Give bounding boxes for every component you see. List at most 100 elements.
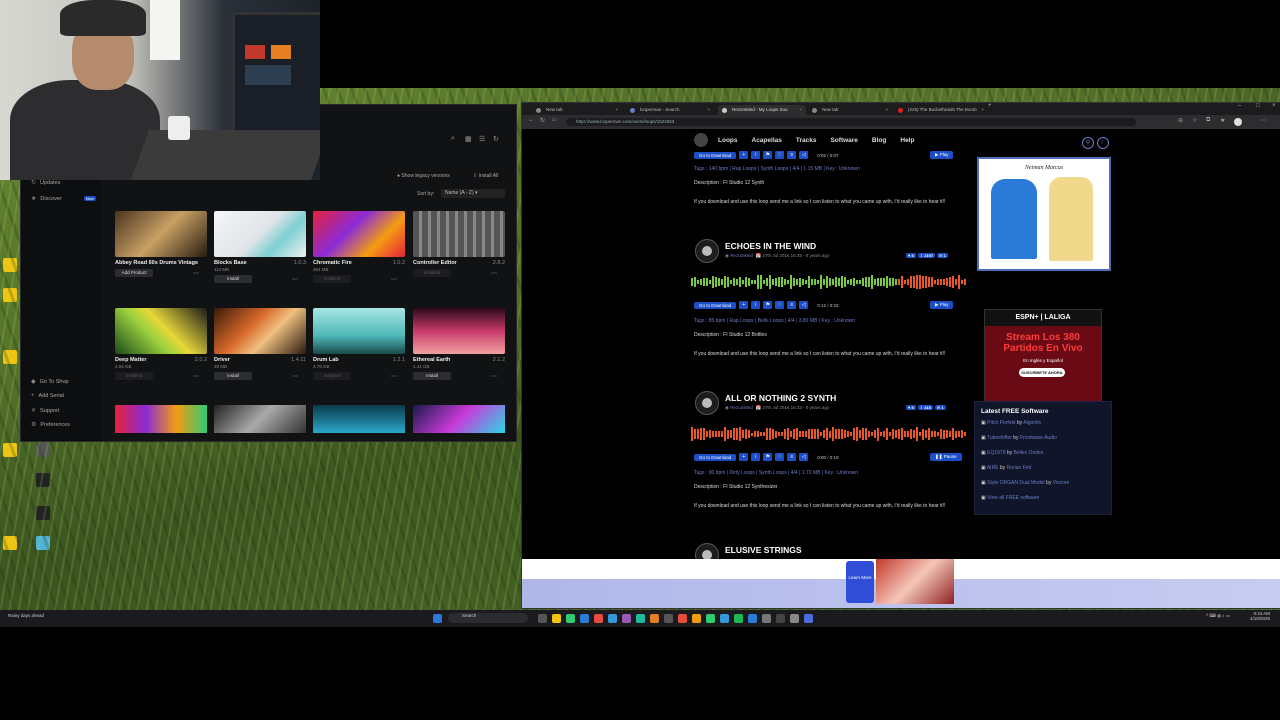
espn-laliga-ad[interactable]: ESPN+ | LALIGA Stream Los 380 Partidos E… bbox=[984, 309, 1102, 409]
product-thumbnail[interactable] bbox=[214, 405, 306, 433]
product-action-button[interactable]: Install bbox=[214, 372, 252, 380]
bottom-banner-ad[interactable]: Learn More bbox=[522, 559, 1280, 608]
legacy-toggle[interactable]: ● Show legacy versions bbox=[397, 173, 450, 179]
more-options-icon[interactable]: ⋯ bbox=[391, 373, 397, 380]
nav-software[interactable]: Software bbox=[830, 137, 857, 144]
product-action-button[interactable]: Add Product bbox=[115, 269, 153, 277]
loop-title[interactable]: ALL OR NOTHING 2 SYNTH bbox=[725, 393, 836, 403]
new-tab-icon[interactable]: + bbox=[988, 103, 992, 109]
close-tab-icon[interactable]: × bbox=[799, 105, 802, 115]
loop-tags[interactable]: Tags : 85 bpm | Rap Loops | Bells Loops … bbox=[694, 318, 855, 324]
flag-icon[interactable]: ⚑ bbox=[763, 301, 773, 309]
sidebar-item-preferences[interactable]: ⚙ Preferences bbox=[31, 421, 70, 429]
neiman-marcus-ad[interactable]: Neiman Marcus bbox=[977, 157, 1111, 271]
product-thumbnail[interactable] bbox=[313, 405, 405, 433]
flag-icon[interactable]: ⚑ bbox=[763, 151, 773, 159]
more-options-icon[interactable]: ⋯ bbox=[491, 270, 497, 277]
tab[interactable]: (225) The Bucketheads The Bomb × bbox=[894, 105, 988, 115]
url-bar[interactable]: https://www.looperman.com/users/loops/15… bbox=[566, 118, 1136, 126]
product-action-button[interactable]: Install bbox=[214, 275, 252, 283]
flag-icon[interactable]: ⚑ bbox=[763, 453, 773, 461]
product-action-button[interactable]: Installed bbox=[313, 275, 351, 283]
go-to-download-button[interactable]: Go to Download bbox=[694, 151, 737, 159]
taskbar-search[interactable]: Search bbox=[448, 613, 528, 623]
product-card[interactable]: Chromatic Fire 1.0.2 494 MB Installed ⋯ bbox=[313, 211, 405, 283]
go-to-download-button[interactable]: Go to Download bbox=[694, 453, 737, 461]
product-card[interactable]: Abbey Road 60s Drums Vintage Add Product… bbox=[115, 211, 207, 277]
loop-title[interactable]: ECHOES IN THE WIND bbox=[725, 241, 816, 251]
product-action-button[interactable]: Install bbox=[413, 372, 451, 380]
profile-avatar[interactable] bbox=[1234, 118, 1242, 126]
playlist-icon[interactable]: ≡ bbox=[787, 453, 797, 461]
minimize-icon[interactable]: – bbox=[1238, 103, 1241, 109]
list-view-icon[interactable]: ☰ bbox=[479, 135, 485, 143]
home-icon[interactable]: ⌂ bbox=[552, 117, 556, 123]
install-all-button[interactable]: ⇩ Install All bbox=[473, 173, 498, 179]
app-icon[interactable] bbox=[762, 614, 771, 623]
product-action-button[interactable]: Installed bbox=[313, 372, 351, 380]
tab-active[interactable]: Rezumkted - My Loops Sou × bbox=[718, 105, 806, 115]
favorites-icon[interactable]: ★ bbox=[1220, 117, 1225, 124]
desktop-folder-icon[interactable] bbox=[3, 288, 17, 302]
author-link[interactable]: Rezumkted bbox=[730, 253, 753, 258]
mail-icon[interactable] bbox=[608, 614, 617, 623]
reload-icon[interactable]: ↻ bbox=[540, 117, 545, 124]
app-icon[interactable] bbox=[776, 614, 785, 623]
bookmark-icon[interactable]: ☆ bbox=[1192, 117, 1197, 124]
free-software-item[interactable]: ▣ EQ1979 by Belles Ondes bbox=[981, 450, 1043, 456]
tab[interactable]: looperman - Search × bbox=[626, 105, 714, 115]
playlist-icon[interactable]: ≡ bbox=[787, 301, 797, 309]
free-software-item[interactable]: ▣ Style ORGAN Dual Model by Viscore bbox=[981, 480, 1069, 486]
author-link[interactable]: Rezumkted bbox=[730, 405, 753, 410]
extensions-icon[interactable]: ⧉ bbox=[1206, 117, 1210, 124]
add-icon[interactable]: + bbox=[739, 151, 749, 159]
play-button[interactable]: ▶ Play bbox=[930, 301, 954, 309]
free-software-item[interactable]: ▣ AIRE by Ronan Fed bbox=[981, 465, 1031, 471]
product-card[interactable]: Controller Editor 2.8.2 Installed ⋯ bbox=[413, 211, 505, 277]
dark-mode-icon[interactable]: ☾ bbox=[1097, 137, 1109, 149]
system-tray-icons[interactable]: ^ ⌨ ◍ ♪ ▭ bbox=[1206, 613, 1230, 619]
search-icon[interactable]: ⌕ bbox=[451, 135, 455, 143]
waveform[interactable] bbox=[691, 275, 967, 289]
sidebar-item-updates[interactable]: ↻ Updates bbox=[31, 179, 61, 187]
more-options-icon[interactable]: ⋯ bbox=[292, 373, 298, 380]
author-avatar[interactable] bbox=[695, 391, 719, 415]
heart-icon[interactable]: ♡ bbox=[775, 301, 785, 309]
refresh-icon[interactable]: ↻ bbox=[493, 135, 499, 143]
waveform[interactable] bbox=[691, 427, 967, 441]
grid-view-icon[interactable]: ▦ bbox=[465, 135, 472, 143]
desktop-app-icon[interactable] bbox=[36, 473, 50, 487]
volume-icon[interactable]: ◁ bbox=[799, 151, 809, 159]
desktop-folder-icon[interactable] bbox=[3, 443, 17, 457]
go-to-download-button[interactable]: Go to Download bbox=[694, 301, 737, 309]
product-card[interactable]: Deep Matter 2.0.2 2.04 GB Installed ⋯ bbox=[115, 308, 207, 380]
view-all-free-software-link[interactable]: ▣ View all FREE software bbox=[981, 495, 1039, 501]
app-icon[interactable] bbox=[720, 614, 729, 623]
task-view-icon[interactable] bbox=[538, 614, 547, 623]
loop-tags[interactable]: Tags : 90 bpm | Dirty Loops | Synth Loop… bbox=[694, 470, 858, 476]
nav-loops[interactable]: Loops bbox=[718, 137, 738, 144]
sidebar-item-support[interactable]: ✕ Support bbox=[31, 407, 59, 415]
app-icon[interactable] bbox=[650, 614, 659, 623]
more-options-icon[interactable]: ⋯ bbox=[391, 276, 397, 283]
info-icon[interactable]: i bbox=[751, 151, 761, 159]
tab[interactable]: New tab × bbox=[532, 105, 622, 115]
nav-tracks[interactable]: Tracks bbox=[796, 137, 817, 144]
free-software-item[interactable]: ▣ Tubeshifter by Frostwave Audio bbox=[981, 435, 1057, 441]
zoom-icon[interactable]: ⊖ bbox=[1178, 117, 1183, 124]
product-card[interactable]: Blocks Base 1.0.3 114 MB Install ⋯ bbox=[214, 211, 306, 283]
info-icon[interactable]: i bbox=[751, 453, 761, 461]
close-window-icon[interactable]: × bbox=[1272, 103, 1276, 109]
back-icon[interactable]: ← bbox=[528, 117, 534, 123]
info-icon[interactable]: i bbox=[751, 301, 761, 309]
close-tab-icon[interactable]: × bbox=[885, 105, 888, 115]
desktop-folder-icon[interactable] bbox=[3, 350, 17, 364]
add-icon[interactable]: + bbox=[739, 301, 749, 309]
product-thumbnail[interactable] bbox=[413, 405, 505, 433]
playlist-icon[interactable]: ≡ bbox=[787, 151, 797, 159]
product-card[interactable]: Drum Lab 1.2.1 3.75 GB Installed ⋯ bbox=[313, 308, 405, 380]
nav-blog[interactable]: Blog bbox=[872, 137, 886, 144]
weather-widget[interactable]: Rainy days ahead bbox=[8, 613, 44, 618]
maximize-icon[interactable]: □ bbox=[1256, 103, 1260, 109]
store-icon[interactable] bbox=[580, 614, 589, 623]
